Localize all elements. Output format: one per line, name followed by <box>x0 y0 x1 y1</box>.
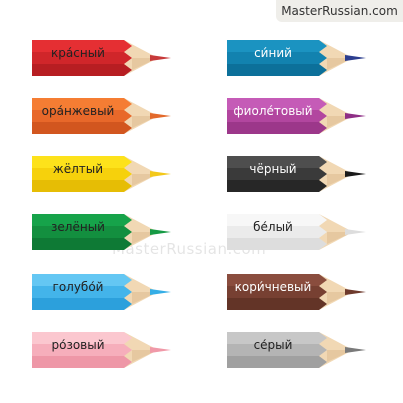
pencil: си́ний <box>227 40 367 76</box>
pencil-label: жёлтый <box>52 162 104 176</box>
pencil-tip <box>150 55 171 61</box>
pencil-tip <box>345 347 366 353</box>
site-badge: MasterRussian.com <box>276 0 403 22</box>
pencil-label: бе́лый <box>253 220 293 234</box>
pencil-tip <box>345 229 366 235</box>
pencil: голубо́й <box>32 274 172 310</box>
pencil-tip <box>345 289 366 295</box>
pencil-tip <box>345 171 366 177</box>
pencil-label: зелёный <box>51 220 105 234</box>
pencil: ро́зовый <box>32 332 172 368</box>
pencil-tip <box>150 113 171 119</box>
pencil: чёрный <box>227 156 367 192</box>
pencil-label: фиоле́товый <box>233 104 313 118</box>
pencil: ора́нжевый <box>32 98 172 134</box>
pencil: жёлтый <box>32 156 172 192</box>
pencil-tip <box>150 171 171 177</box>
pencil-tip <box>345 55 366 61</box>
pencil-label: се́рый <box>253 338 293 352</box>
pencil-tip <box>345 113 366 119</box>
pencil-label: ора́нжевый <box>41 104 115 118</box>
pencil: се́рый <box>227 332 367 368</box>
pencil-tip <box>150 347 171 353</box>
pencil-tip <box>150 229 171 235</box>
pencil-tip <box>150 289 171 295</box>
pencil-label: ро́зовый <box>51 338 105 352</box>
pencil: фиоле́товый <box>227 98 367 134</box>
pencil: кори́чневый <box>227 274 367 310</box>
pencil-label: си́ний <box>254 46 292 60</box>
pencil-label: голубо́й <box>52 280 104 294</box>
pencil-label: кра́сный <box>51 46 105 60</box>
pencil: зелёный <box>32 214 172 250</box>
pencil-label: кори́чневый <box>234 280 312 294</box>
pencil: кра́сный <box>32 40 172 76</box>
pencil-label: чёрный <box>249 162 297 176</box>
pencil: бе́лый <box>227 214 367 250</box>
